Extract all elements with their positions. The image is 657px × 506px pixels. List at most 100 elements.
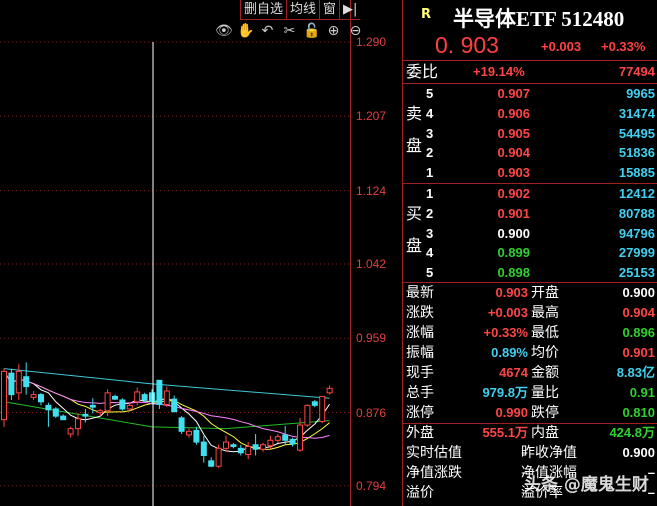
candle-body — [45, 404, 52, 411]
stat-label: 涨停 — [406, 405, 434, 421]
ask-volume: 31474 — [618, 105, 655, 121]
candle-body — [149, 392, 155, 403]
stat-value: 0.990 — [495, 405, 528, 420]
nav-value: 0.900 — [622, 445, 655, 460]
nav-label: 实时估值 — [406, 445, 462, 461]
inner-label: 内盘 — [531, 425, 559, 441]
nav-label: 净值涨跌 — [406, 465, 462, 481]
candle-body — [171, 398, 178, 413]
level: 2 — [426, 205, 434, 221]
ask-price: 0.907 — [497, 86, 530, 101]
bid-price: 0.901 — [497, 205, 530, 221]
candle-body — [67, 428, 74, 435]
margin-flag: R — [421, 7, 432, 22]
window-button[interactable]: 窗 — [319, 0, 339, 19]
ask-price: 0.903 — [497, 165, 530, 181]
level: 1 — [426, 186, 434, 201]
stat-label: 最新 — [406, 285, 434, 301]
stat-value: 8.83亿 — [616, 365, 655, 380]
candle-body — [193, 429, 200, 443]
stat-row: 现手 4674 金额 8.83亿 — [403, 363, 657, 383]
level: 2 — [426, 145, 434, 161]
ask-volume: 54495 — [618, 125, 655, 141]
nav-label: 溢价 — [406, 485, 434, 501]
stat-value: 0.896 — [622, 325, 655, 340]
candle-body — [52, 408, 59, 417]
candle-body — [23, 376, 30, 388]
stat-value: 0.91 — [629, 385, 655, 400]
collapse-panel-icon[interactable]: ▶| — [339, 0, 360, 19]
chart-toolbar: 删自选 均线 窗 ▶| — [240, 0, 361, 20]
candle-body — [208, 460, 215, 467]
stat-value: 4674 — [499, 365, 528, 380]
ask-row: 2 0.904 51836 — [403, 143, 657, 163]
stat-label: 量比 — [531, 385, 559, 401]
candle-body — [274, 436, 281, 441]
candle-body — [82, 413, 89, 417]
outer-value: 555.1万 — [482, 425, 528, 440]
stat-label: 最高 — [531, 305, 559, 321]
unlock-icon[interactable]: 🔓 — [303, 23, 320, 39]
bid-price: 0.898 — [497, 265, 530, 281]
level: 5 — [426, 265, 434, 281]
chart-tools: 👁 ✋ ↶ ✂ 🔓 ⊕ ⊖ — [215, 23, 364, 39]
candle-body — [186, 430, 192, 436]
quote-panel: R 半导体ETF 512480 0. 903 +0.003 +0.33% 委比 … — [402, 0, 657, 506]
stat-label: 总手 — [406, 385, 434, 401]
moving-average-button[interactable]: 均线 — [286, 0, 319, 19]
stat-label: 跌停 — [531, 405, 559, 421]
y-tick-label: 1.042 — [356, 256, 387, 271]
candle-body — [119, 399, 126, 410]
stat-row: 最新 0.903 开盘 0.900 — [403, 283, 657, 303]
security-name: 半导体ETF 512480 — [453, 7, 625, 31]
candle-body — [89, 404, 96, 408]
candle-body — [134, 391, 141, 403]
level: 1 — [426, 165, 434, 181]
candlestick-plot[interactable] — [0, 0, 350, 506]
ask-row: 4 0.906 31474 — [403, 104, 657, 124]
y-tick-label: 0.794 — [356, 478, 387, 493]
ask-volume: 9965 — [626, 86, 655, 101]
candle-body — [38, 394, 44, 403]
stat-row: 振幅 0.89% 均价 0.901 — [403, 343, 657, 363]
candle-body — [282, 434, 289, 441]
candle-body — [267, 439, 274, 447]
zoom-out-icon[interactable]: ⊖ — [347, 23, 364, 39]
weibi-value: +19.14% — [473, 64, 525, 79]
bid-row: 1 0.902 12412 — [403, 184, 657, 204]
stat-label: 涨幅 — [406, 325, 434, 341]
level: 3 — [426, 125, 434, 141]
inner-value: 424.8万 — [609, 425, 655, 440]
bid-row: 4 0.899 27999 — [403, 243, 657, 263]
candle-body — [200, 441, 207, 456]
candle-body — [223, 441, 229, 449]
kline-chart[interactable]: 1.290 1.207 1.124 1.042 0.959 0.876 0.794 删自选 … — [0, 0, 402, 506]
zoom-in-icon[interactable]: ⊕ — [325, 23, 342, 39]
bid-volume: 25153 — [618, 265, 655, 281]
stat-value: 979.8万 — [482, 385, 528, 400]
stat-label: 开盘 — [531, 285, 559, 301]
hand-icon[interactable]: ✋ — [237, 23, 254, 39]
candle-body — [8, 372, 15, 396]
scissors-icon[interactable]: ✂ — [281, 23, 298, 39]
candle-body — [304, 404, 311, 426]
stat-label: 最低 — [531, 325, 559, 341]
undo-icon[interactable]: ↶ — [259, 23, 276, 39]
bid-price: 0.900 — [497, 225, 530, 241]
candle-body — [260, 444, 266, 450]
stat-label: 振幅 — [406, 345, 434, 361]
bid-volume: 27999 — [618, 245, 655, 261]
ask-price: 0.906 — [497, 105, 530, 121]
candle-body — [178, 417, 185, 432]
eye-icon[interactable]: 👁 — [215, 23, 233, 39]
bid-volume: 80788 — [618, 205, 655, 221]
stat-label: 均价 — [531, 345, 559, 361]
nav-label: 昨收净值 — [521, 445, 577, 461]
stat-value: 0.89% — [491, 345, 528, 360]
outer-label: 外盘 — [406, 425, 434, 441]
price-change: +0.003 — [541, 39, 582, 54]
level: 4 — [426, 105, 434, 121]
remove-favorite-button[interactable]: 删自选 — [240, 0, 286, 19]
candle-body — [75, 418, 81, 430]
candle-body — [104, 392, 111, 412]
